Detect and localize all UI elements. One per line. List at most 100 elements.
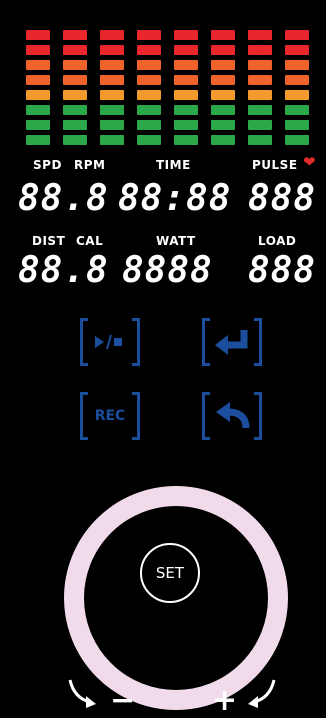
label-rpm: RPM	[74, 158, 106, 172]
play-stop-button[interactable]	[80, 318, 140, 366]
meter-segment	[174, 45, 198, 55]
meter-segment	[211, 105, 235, 115]
meter-segment	[63, 120, 87, 130]
label-pulse: PULSE	[252, 158, 298, 172]
display-spd-rpm: 88.8	[18, 178, 109, 219]
meter-segment	[26, 135, 50, 145]
rec-label: REC	[94, 408, 126, 424]
meter-segment	[100, 120, 124, 130]
meter-segment	[26, 30, 50, 40]
meter-segment	[100, 135, 124, 145]
meter-segment	[63, 30, 87, 40]
meter-segment	[100, 90, 124, 100]
play-stop-icon	[95, 334, 122, 350]
meter-segment	[211, 90, 235, 100]
set-button[interactable]: SET	[140, 543, 200, 603]
meter-segment	[63, 90, 87, 100]
meter-segment	[248, 60, 272, 70]
meter-segment	[137, 90, 161, 100]
enter-icon	[215, 330, 248, 355]
display-pulse: 888	[248, 178, 317, 219]
meter-segment	[248, 90, 272, 100]
meter-segment	[137, 45, 161, 55]
meter-segment	[100, 105, 124, 115]
back-icon	[216, 402, 250, 429]
meter-segment	[63, 45, 87, 55]
meter-segment	[211, 120, 235, 130]
console-panel: SPD RPM TIME PULSE ❤ 88.8 88:88 888 DIST…	[0, 0, 326, 718]
label-time: TIME	[156, 158, 191, 172]
meter-segment	[63, 105, 87, 115]
meter-segment	[285, 45, 309, 55]
meter-segment	[211, 30, 235, 40]
meter-segment	[174, 120, 198, 130]
meter-segment	[174, 105, 198, 115]
label-spd: SPD	[33, 158, 62, 172]
meter-segment	[26, 120, 50, 130]
meter-segment	[285, 105, 309, 115]
meter-segment	[248, 45, 272, 55]
meter-segment	[174, 30, 198, 40]
meter-segment	[26, 90, 50, 100]
meter-segment	[285, 90, 309, 100]
heart-icon: ❤	[303, 153, 316, 171]
meter-segment	[137, 135, 161, 145]
rotate-ccw-icon	[68, 679, 96, 708]
meter-segment	[137, 105, 161, 115]
meter-column	[174, 30, 198, 152]
meter-column	[248, 30, 272, 152]
meter-segment	[285, 30, 309, 40]
meter-segment	[248, 120, 272, 130]
meter-segment	[137, 75, 161, 85]
meter-segment	[100, 75, 124, 85]
meter-segment	[100, 45, 124, 55]
meter-segment	[63, 75, 87, 85]
meter-column	[100, 30, 124, 152]
meter-segment	[211, 75, 235, 85]
meter-column	[26, 30, 50, 152]
enter-button[interactable]	[202, 318, 262, 366]
meter-segment	[248, 135, 272, 145]
meter-segment	[26, 45, 50, 55]
meter-segment	[26, 60, 50, 70]
minus-button[interactable]: −	[110, 686, 135, 716]
meter-segment	[174, 60, 198, 70]
meter-segment	[285, 60, 309, 70]
rec-button[interactable]: REC	[80, 392, 140, 440]
meter-segment	[174, 75, 198, 85]
meter-column	[63, 30, 87, 152]
meter-segment	[137, 30, 161, 40]
back-button[interactable]	[202, 392, 262, 440]
meter-segment	[248, 105, 272, 115]
label-watt: WATT	[156, 234, 196, 248]
meter-segment	[285, 120, 309, 130]
display-dist-cal: 88.8	[18, 250, 109, 291]
rotate-cw-icon	[248, 679, 276, 708]
meter-segment	[248, 30, 272, 40]
meter-segment	[211, 60, 235, 70]
meter-segment	[100, 60, 124, 70]
label-dist: DIST	[32, 234, 66, 248]
meter-segment	[211, 45, 235, 55]
display-time: 88:88	[118, 178, 232, 219]
meter-segment	[63, 60, 87, 70]
meter-segment	[285, 135, 309, 145]
meter-segment	[211, 135, 235, 145]
meter-column	[211, 30, 235, 152]
plus-button[interactable]: +	[212, 686, 237, 716]
meter-segment	[137, 120, 161, 130]
meter-segment	[26, 105, 50, 115]
meter-segment	[63, 135, 87, 145]
level-meter	[26, 30, 316, 152]
meter-segment	[26, 75, 50, 85]
meter-segment	[174, 135, 198, 145]
meter-segment	[100, 30, 124, 40]
display-watt: 8888	[122, 250, 213, 291]
meter-segment	[174, 90, 198, 100]
label-cal: CAL	[76, 234, 104, 248]
meter-column	[285, 30, 309, 152]
display-load: 888	[248, 250, 317, 291]
label-load: LOAD	[258, 234, 297, 248]
meter-column	[137, 30, 161, 152]
meter-segment	[137, 60, 161, 70]
